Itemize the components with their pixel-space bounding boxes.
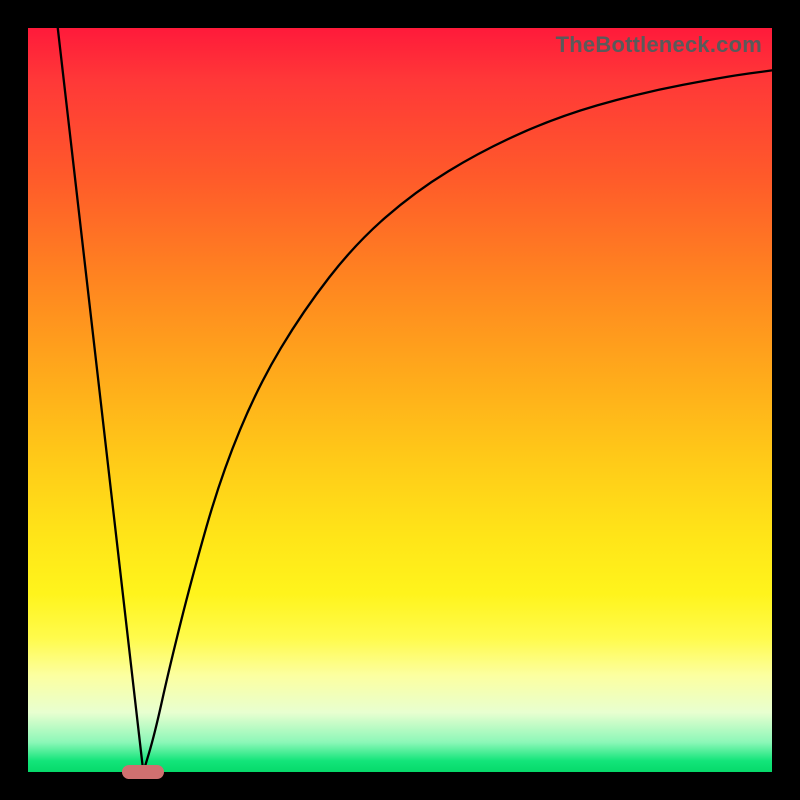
plot-area: TheBottleneck.com: [28, 28, 772, 772]
optimum-marker: [122, 765, 164, 779]
curve-layer: [28, 28, 772, 772]
bottleneck-curve: [58, 28, 772, 772]
chart-frame: TheBottleneck.com: [0, 0, 800, 800]
